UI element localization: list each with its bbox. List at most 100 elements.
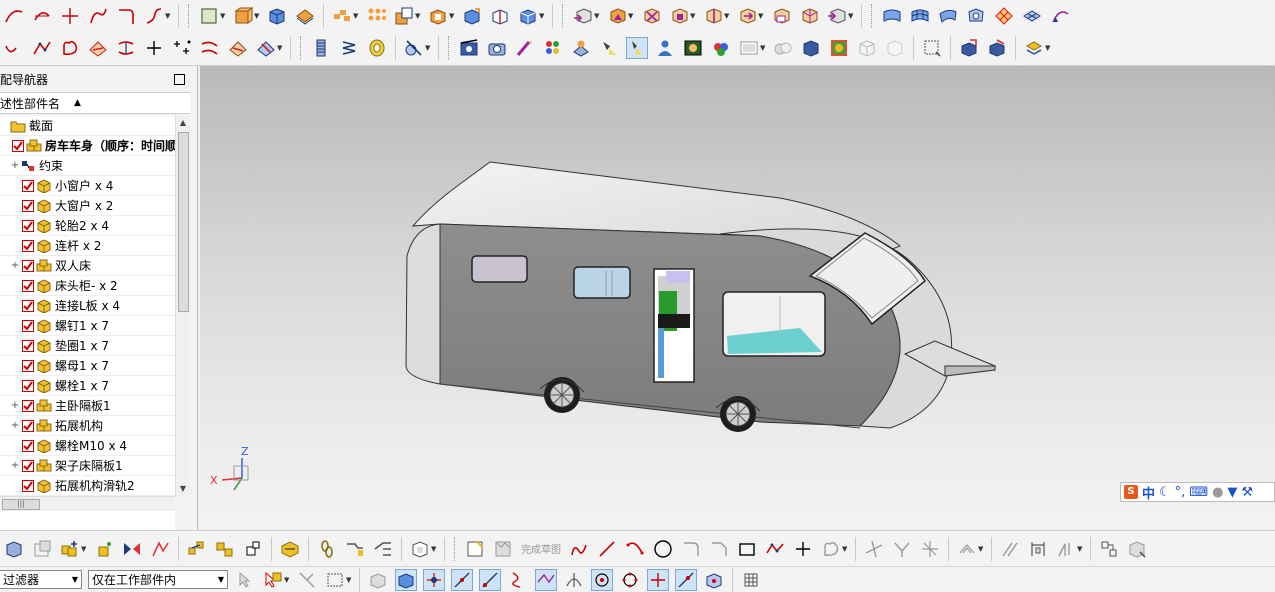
point-set-icon[interactable] [171,37,193,59]
snap-center-icon[interactable] [591,568,613,591]
display-options-icon[interactable] [1023,37,1045,59]
snap-face-icon[interactable] [395,568,417,591]
visibility-checkbox[interactable] [22,339,34,352]
component-pattern-icon[interactable] [186,538,208,560]
visibility-checkbox[interactable] [22,279,34,292]
fill-surface-icon[interactable] [1049,5,1071,27]
chevron-down-icon[interactable]: ▼ [220,5,227,27]
selection-box-icon[interactable] [324,569,346,591]
rectangle-icon[interactable] [736,538,758,560]
sequence-icon[interactable] [372,538,394,560]
texture-icon[interactable] [570,37,592,59]
scroll-up-icon[interactable]: ▲ [176,116,190,130]
chevron-down-icon[interactable]: ▼ [346,569,353,591]
replace-face-icon[interactable] [668,5,690,27]
check-clearance-icon[interactable] [344,538,366,560]
clip-section-icon[interactable] [921,37,943,59]
background-icon[interactable] [682,37,704,59]
chevron-down-icon[interactable]: ▼ [842,538,849,560]
chevron-down-icon[interactable]: ▼ [72,575,78,584]
subtract-icon[interactable] [393,5,415,27]
selection-scope-select[interactable]: 仅在工作部件内 ▼ [88,570,228,589]
resize-blend-icon[interactable] [702,5,724,27]
tree-row[interactable]: + 双人床 [0,256,175,276]
expand-node-icon[interactable]: + [10,260,20,271]
chevron-down-icon[interactable]: ▼ [431,538,438,560]
add-component-icon[interactable] [59,538,81,560]
tree-row[interactable]: 螺栓M10 x 4 [0,436,175,456]
curve-arc-icon[interactable] [31,5,53,27]
chevron-down-icon[interactable]: ▼ [1045,37,1052,59]
user-view-icon[interactable] [654,37,676,59]
shell-icon[interactable] [427,5,449,27]
spline-icon[interactable] [3,5,25,27]
snap-point-on-curve-icon[interactable] [675,568,697,591]
wireframe-icon[interactable] [856,37,878,59]
chevron-down-icon[interactable]: ▼ [760,37,767,59]
toolbar-grip[interactable] [454,536,458,561]
ime-logo-icon[interactable]: S [1124,485,1138,499]
assembly-constraint-icon[interactable] [279,538,301,560]
project-curve-icon[interactable] [87,37,109,59]
point-icon[interactable] [143,37,165,59]
chevron-down-icon[interactable]: ▼ [284,569,291,591]
linked-face-icon[interactable] [798,5,820,27]
tree-row[interactable]: 螺母1 x 7 [0,356,175,376]
shaded-sphere-icon[interactable] [772,37,794,59]
expand-node-icon[interactable]: + [10,460,20,471]
chamfer-icon[interactable] [606,5,628,27]
chevron-down-icon[interactable]: ▼ [415,5,422,27]
block-icon[interactable] [266,5,288,27]
tree-row[interactable]: 小窗户 x 4 [0,176,175,196]
chevron-down-icon[interactable]: ▼ [690,5,697,27]
color-palette-icon[interactable] [514,37,536,59]
tree-row[interactable]: 房车车身（顺序：时间顺 [0,136,175,156]
toolbar-grip[interactable] [188,3,192,28]
reference-set-icon[interactable] [409,538,431,560]
delete-face-icon[interactable] [640,5,662,27]
navigator-column-header[interactable]: 述性部件名 ▲ [0,92,190,114]
expand-node-icon[interactable]: + [10,420,20,431]
scrollbar-thumb[interactable] [178,132,189,312]
select-all-icon[interactable] [262,569,284,591]
move-component-icon[interactable] [242,538,264,560]
tree-row[interactable]: 截面 [0,116,175,136]
chevron-down-icon[interactable]: ▼ [277,37,284,59]
chevron-down-icon[interactable]: ▼ [724,5,731,27]
chevron-down-icon[interactable]: ▼ [628,5,635,27]
through-mesh-surface-icon[interactable] [909,5,931,27]
chevron-down-icon[interactable]: ▼ [81,538,88,560]
visibility-checkbox[interactable] [22,259,34,272]
chevron-down-icon[interactable]: ▼ [758,5,765,27]
visibility-checkbox[interactable] [22,479,34,492]
hidden-edge-icon[interactable] [884,37,906,59]
tree-row[interactable]: 拓展机构滑轨2 [0,476,175,496]
tree-row[interactable]: 连杆 x 2 [0,236,175,256]
circle-icon[interactable] [652,538,674,560]
offset-curve-icon[interactable] [199,37,221,59]
material-icon[interactable] [542,37,564,59]
chevron-down-icon[interactable]: ▼ [353,5,360,27]
toolbar-grip[interactable] [562,3,566,28]
snap-existing-point-icon[interactable] [647,568,669,591]
wave-link-icon[interactable] [316,538,338,560]
chevron-down-icon[interactable]: ▼ [218,575,224,584]
visual-effects-icon[interactable] [738,37,760,59]
closed-curve-icon[interactable] [59,37,81,59]
fillet-icon[interactable] [680,538,702,560]
new-sketch-icon[interactable] [464,538,486,560]
visibility-checkbox[interactable] [22,179,34,192]
chamfer-sketch-icon[interactable] [708,538,730,560]
toolbar-grip[interactable] [871,3,875,28]
pattern-array-icon[interactable] [365,5,387,27]
geometric-constraint-icon[interactable] [1055,538,1077,560]
bridge-curve-icon[interactable] [87,5,109,27]
scroll-down-icon[interactable]: ▼ [176,482,190,496]
helix-curve-icon[interactable] [143,5,165,27]
offset-region-icon[interactable] [770,5,792,27]
trim-curve-icon[interactable] [59,5,81,27]
bearing-icon[interactable] [366,37,388,59]
snap-endpoint-icon[interactable] [423,568,445,591]
thread-icon[interactable] [310,37,332,59]
chevron-down-icon[interactable]: ▼ [1077,538,1084,560]
